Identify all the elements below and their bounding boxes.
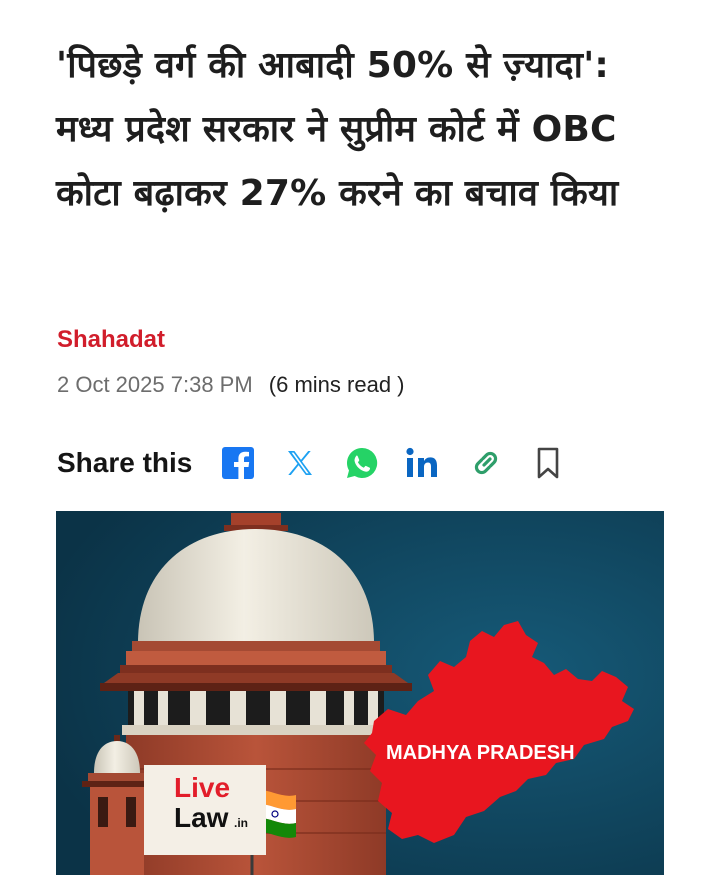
livelaw-logo: Live Law .in [144,765,266,855]
link-icon [475,451,498,475]
logo-live-text: Live [174,772,230,803]
bookmark-icon [538,447,559,479]
author-name[interactable]: Shahadat [57,326,165,354]
publish-date: 2 Oct 2025 7:38 PM [57,372,253,397]
article-headline: 'पिछड़े वर्ग की आबादी 50% से ज़्यादा': म… [56,45,619,214]
article-meta: 2 Oct 2025 7:38 PM (6 mins read ) [57,372,405,398]
x-share-button[interactable] [280,443,320,483]
share-label: Share this [57,447,193,478]
whatsapp-share-button[interactable] [342,443,382,483]
map-label: MADHYA PRADESH [386,742,575,764]
hero-image: Live Law .in MADHYA PRADESH [56,511,664,875]
logo-law-text: Law [174,802,229,833]
logo-suffix-text: .in [234,816,248,830]
facebook-icon [222,447,255,480]
facebook-share-button[interactable] [218,443,258,483]
copy-link-button[interactable] [466,443,506,483]
bookmark-button[interactable] [528,443,568,483]
x-icon [288,451,313,475]
whatsapp-icon [347,447,378,478]
share-bar: Share this [57,440,590,486]
linkedin-share-button[interactable] [404,443,444,483]
read-time: (6 mins read ) [268,372,405,397]
linkedin-icon [406,447,438,477]
